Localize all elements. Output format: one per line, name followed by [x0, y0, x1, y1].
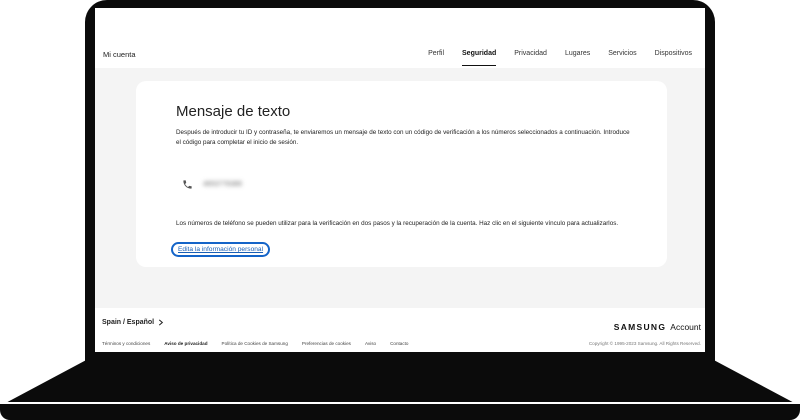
tab-perfil[interactable]: Perfil — [419, 50, 453, 66]
tab-dispositivos[interactable]: Dispositivos — [646, 50, 701, 66]
copyright: Copyright © 1995-2023 Samsung. All Right… — [588, 341, 701, 346]
logo-account: Account — [670, 322, 701, 332]
text-message-card: Mensaje de texto Después de introducir t… — [136, 81, 667, 267]
laptop-screen: Mi cuenta Perfil Seguridad Privacidad Lu… — [95, 8, 705, 352]
footer-link-cookie-preferences[interactable]: Preferencias de cookies — [302, 341, 351, 346]
tab-servicios[interactable]: Servicios — [599, 50, 645, 66]
phone-number-row: 4653776389 — [182, 179, 242, 190]
card-title: Mensaje de texto — [176, 103, 291, 120]
footer-link-cookie-policy[interactable]: Política de Cookies de Samsung — [222, 341, 288, 346]
footer-links: Términos y condiciones Aviso de privacid… — [102, 341, 422, 346]
info-text: Los números de teléfono se pueden utiliz… — [176, 220, 619, 227]
main-nav: Perfil Seguridad Privacidad Lugares Serv… — [419, 50, 701, 66]
region-label: Spain / Español — [102, 319, 155, 326]
laptop-base-bottom — [0, 404, 800, 420]
footer-link-privacy[interactable]: Aviso de privacidad — [164, 341, 207, 346]
phone-number: 4653776389 — [203, 181, 242, 188]
edit-personal-info-link[interactable]: Edita la información personal — [171, 242, 271, 257]
logo-samsung: SAMSUNG — [613, 322, 667, 332]
tab-privacidad[interactable]: Privacidad — [505, 50, 556, 66]
footer-link-terms[interactable]: Términos y condiciones — [102, 341, 150, 346]
laptop-base — [0, 358, 800, 406]
phone-icon — [183, 180, 192, 189]
samsung-account-logo: SAMSUNG Account — [614, 322, 701, 332]
chevron-right-icon — [159, 319, 164, 326]
footer-link-notice[interactable]: Aviso — [365, 341, 376, 346]
tab-lugares[interactable]: Lugares — [556, 50, 599, 66]
footer: Spain / Español Términos y condiciones A… — [95, 308, 705, 352]
footer-link-contact[interactable]: Contacto — [390, 341, 408, 346]
tab-seguridad[interactable]: Seguridad — [453, 50, 505, 66]
page-title[interactable]: Mi cuenta — [103, 50, 136, 59]
top-header: Mi cuenta Perfil Seguridad Privacidad Lu… — [95, 8, 705, 68]
card-description: Después de introducir tu ID y contraseña… — [176, 129, 630, 146]
region-selector[interactable]: Spain / Español — [102, 319, 164, 326]
